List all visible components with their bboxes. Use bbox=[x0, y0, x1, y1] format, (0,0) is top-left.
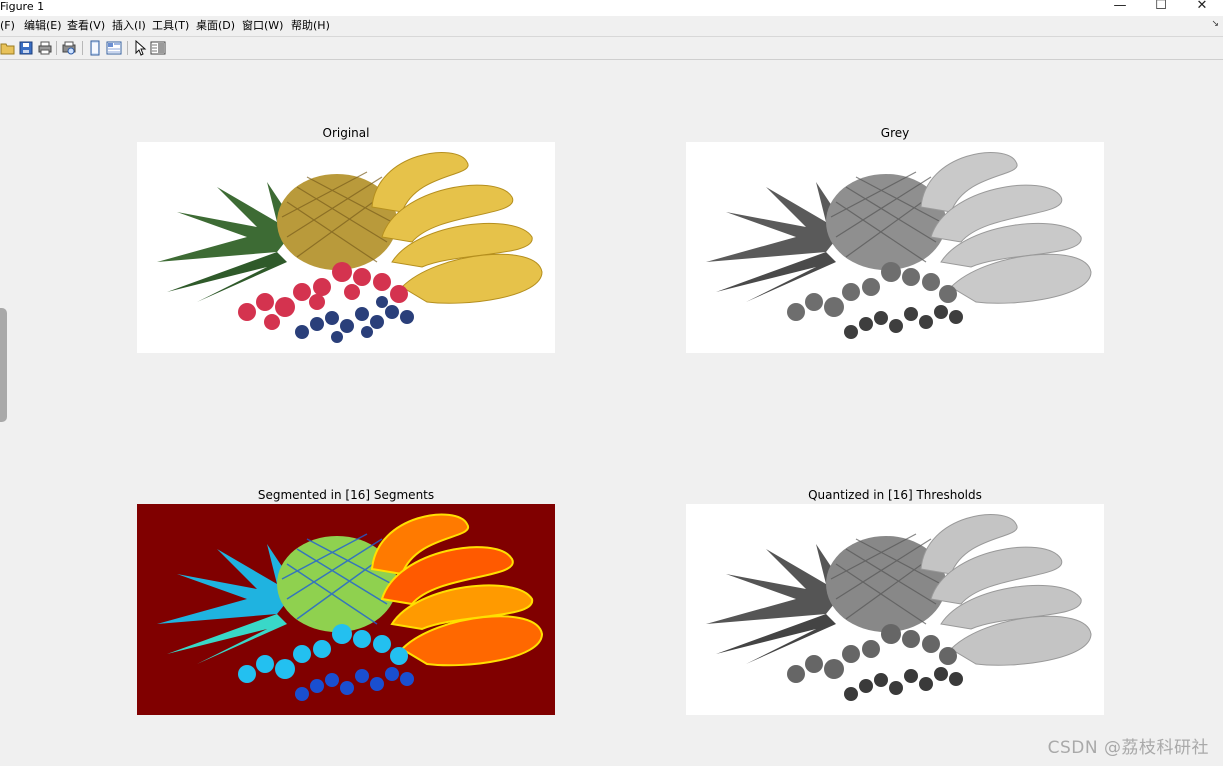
print-icon[interactable] bbox=[37, 40, 53, 56]
watermark: CSDN @荔枝科研社 bbox=[1047, 738, 1209, 758]
image-original bbox=[137, 142, 555, 353]
panel-title-segmented: Segmented in [16] Segments bbox=[257, 488, 435, 502]
close-button[interactable]: ✕ bbox=[1182, 0, 1222, 16]
minimize-button[interactable]: — bbox=[1100, 0, 1140, 16]
menu-edit[interactable]: 编辑(E) bbox=[24, 19, 62, 33]
menu-tools[interactable]: 工具(T) bbox=[152, 19, 189, 33]
title-bar: Figure 1 — ☐ ✕ bbox=[0, 0, 1223, 16]
bananas bbox=[371, 151, 543, 304]
maximize-button[interactable]: ☐ bbox=[1141, 0, 1181, 16]
toolbar-separator bbox=[127, 41, 128, 55]
toolbar bbox=[0, 37, 1223, 60]
toolbar-separator bbox=[82, 41, 83, 55]
menu-desktop[interactable]: 桌面(D) bbox=[196, 19, 235, 33]
image-segmented bbox=[137, 504, 555, 715]
window-title: Figure 1 bbox=[0, 0, 45, 13]
side-panel-handle[interactable] bbox=[0, 308, 7, 422]
image-grey bbox=[686, 142, 1104, 353]
menu-bar: (F) 编辑(E) 查看(V) 插入(I) 工具(T) 桌面(D) 窗口(W) … bbox=[0, 16, 1223, 37]
menu-file[interactable]: (F) bbox=[0, 19, 15, 33]
link-plot-icon[interactable] bbox=[87, 40, 103, 56]
pineapple-leaves bbox=[157, 182, 297, 302]
toolbar-separator bbox=[56, 41, 57, 55]
panel-title-grey: Grey bbox=[880, 126, 910, 140]
open-folder-icon[interactable] bbox=[0, 40, 16, 56]
panel-title-original: Original bbox=[322, 126, 370, 140]
dock-arrow-icon[interactable]: ↘ bbox=[1211, 19, 1219, 29]
pointer-icon[interactable] bbox=[132, 40, 148, 56]
image-quantized bbox=[686, 504, 1104, 715]
menu-help[interactable]: 帮助(H) bbox=[291, 19, 330, 33]
menu-window[interactable]: 窗口(W) bbox=[242, 19, 283, 33]
dock-panel-icon[interactable] bbox=[150, 40, 166, 56]
panel-title-quantized: Quantized in [16] Thresholds bbox=[808, 488, 982, 502]
property-editor-icon[interactable] bbox=[106, 40, 122, 56]
save-icon[interactable] bbox=[18, 40, 34, 56]
print-preview-icon[interactable] bbox=[61, 40, 77, 56]
menu-view[interactable]: 查看(V) bbox=[67, 19, 105, 33]
menu-insert[interactable]: 插入(I) bbox=[112, 19, 146, 33]
